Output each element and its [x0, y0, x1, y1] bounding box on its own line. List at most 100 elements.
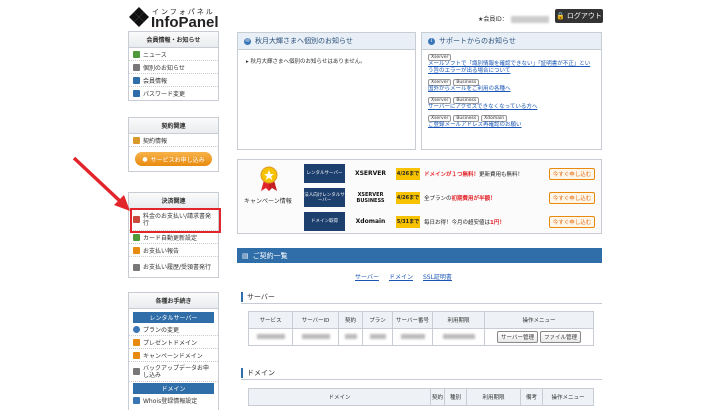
personal-notice-body: ▸ 秋月大輝さまへ個別のお知らせはありません。	[246, 59, 366, 65]
sidebar-item-backup[interactable]: バックアップデータお申し込み	[129, 362, 218, 382]
personal-notice-panel: ✉ 秋月大輝さまへ個別のお知らせ ▸ 秋月大輝さまへ個別のお知らせはありません。	[237, 32, 416, 150]
sidebar-item-present-domain[interactable]: プレゼントドメイン	[129, 336, 218, 349]
campaign-category: ドメイン取得	[304, 212, 345, 231]
col-server-number: サーバー番号	[392, 311, 433, 329]
campaign-row-xdomain: ドメイン取得 Xdomain 5/31まで 毎日お得！今月の超安値は1円！ 今す…	[304, 212, 597, 231]
campaign-highlight: 初期費用が半額！	[451, 195, 496, 202]
tag-business: Business	[453, 79, 480, 86]
support-link[interactable]: 国外からメールをご利用の各種へ	[428, 86, 595, 93]
member-id: ★会員ID：	[478, 14, 549, 23]
plus-icon: ●	[142, 155, 148, 163]
arrow-icon	[72, 156, 130, 211]
logo-title: InfoPanel	[151, 14, 219, 31]
sidebar-item-campaign-domain[interactable]: キャンペーンドメイン	[129, 349, 218, 362]
table-row: サーバー管理 ファイル管理	[248, 328, 594, 346]
xdomain-logo: Xdomain	[355, 218, 386, 225]
campaign-date: 5/31まで	[396, 215, 420, 228]
redacted-value	[344, 333, 357, 339]
mail-icon: ✉	[244, 37, 251, 45]
col-plan: プラン	[362, 311, 393, 329]
domain-table: ドメイン 契約 種別 利用期限 備考 操作メニュー	[248, 388, 594, 406]
plan-icon	[133, 325, 140, 333]
sidebar-item-payment-report[interactable]: お支払い報告	[129, 244, 218, 257]
service-apply-label: サービスお申し込み	[150, 156, 205, 164]
history-icon	[133, 263, 140, 271]
logout-label: ログアウト	[566, 12, 602, 20]
gift-icon	[133, 338, 140, 346]
campaign-text: 全プランの初期費用が半額！	[420, 194, 549, 202]
sidebar-item-contract-info[interactable]: 契約情報	[129, 134, 218, 147]
sidebar-item-label: バックアップデータお申し込み	[143, 364, 210, 379]
nav-ssl-link[interactable]: SSL証明書	[423, 272, 452, 281]
campaign-apply-button[interactable]: 今すぐ申し込む	[549, 191, 595, 204]
sidebar-procedures: 各種お手続き レンタルサーバー プランの変更 プレゼントドメイン キャンペーンド…	[128, 292, 219, 410]
support-notice-header: i サポートからのお知らせ	[422, 33, 601, 50]
nav-domain-link[interactable]: ドメイン	[389, 272, 413, 281]
campaign-label: キャンペーン情報	[244, 198, 292, 205]
col-note: 備考	[520, 388, 543, 406]
sidebar-item-news[interactable]: ニュース	[129, 48, 218, 61]
col-actions: 操作メニュー	[542, 388, 594, 406]
server-table: サービス サーバーID 契約 プラン サーバー番号 利用期限 操作メニュー サー…	[248, 311, 594, 346]
support-notice-list: Xserver メールソフトで「識別情報を確認できない」「証明書が不正」という旨…	[422, 50, 601, 132]
campaign-highlight: ドメインが１つ無料！	[424, 171, 480, 178]
cell-plan	[362, 328, 393, 346]
file-manage-button[interactable]: ファイル管理	[539, 331, 581, 343]
member-id-value	[510, 16, 549, 23]
sidebar-item-personal-notice[interactable]: 個別のお知らせ	[129, 61, 218, 74]
service-apply-button[interactable]: ● サービスお申し込み	[135, 152, 212, 166]
support-entry: Xserver Business サーバーにアクセスできなくなっている方へ	[428, 96, 595, 111]
support-link[interactable]: ご登録メールアドレス再確認のお願い	[428, 122, 595, 129]
campaign-category: レンタルサーバー	[304, 164, 345, 183]
tag-xdomain: Xdomain	[481, 115, 508, 122]
campaign-date: 4/26まで	[396, 167, 420, 180]
cell-actions: サーバー管理 ファイル管理	[484, 328, 594, 346]
sidebar-item-plan-change[interactable]: プランの変更	[129, 323, 218, 336]
col-expiry: 利用期限	[466, 388, 521, 406]
cell-server-number	[392, 328, 433, 346]
backup-icon	[133, 368, 140, 375]
server-manage-button[interactable]: サーバー管理	[497, 331, 538, 343]
divider	[241, 303, 602, 304]
rental-section: レンタルサーバー	[129, 309, 218, 323]
support-link[interactable]: サーバーにアクセスできなくなっている方へ	[428, 104, 595, 111]
rental-server-subtitle: レンタルサーバー	[133, 312, 214, 323]
contract-list-title: ご契約一覧	[252, 251, 288, 260]
campaign-row-business: 法人向けレンタルサーバー XSERVER BUSINESS 4/26まで 全プラ…	[304, 188, 597, 207]
col-contract: 契約	[338, 311, 363, 329]
user-icon	[133, 76, 140, 84]
nav-server-link[interactable]: サーバー	[355, 272, 379, 281]
support-link[interactable]: メールソフトで「識別情報を確認できない」「証明書が不正」という旨のエラーが出る場…	[428, 61, 595, 75]
redacted-value	[369, 333, 386, 339]
sidebar-item-label: プレゼントドメイン	[143, 339, 198, 347]
col-domain: ドメイン	[248, 388, 431, 406]
cell-expiry	[432, 328, 485, 346]
sidebar-contract-title: 契約関連	[129, 118, 218, 134]
logout-button[interactable]: 🔒 ログアウト	[555, 9, 603, 23]
mail-icon	[133, 63, 140, 71]
tag-xserver: Xserver	[428, 115, 452, 122]
logo-icon	[129, 7, 149, 27]
card-icon	[133, 233, 140, 241]
sidebar-procedures-title: 各種お手続き	[129, 293, 218, 309]
sidebar-item-whois[interactable]: Whois登録情報設定	[129, 394, 218, 407]
sidebar-item-label: Whois登録情報設定	[143, 398, 198, 405]
sidebar-item-label: 会員情報	[143, 77, 168, 85]
highlight-box	[130, 208, 221, 233]
campaign-apply-button[interactable]: 今すぐ申し込む	[549, 215, 595, 228]
campaign-apply-button[interactable]: 今すぐ申し込む	[549, 167, 595, 180]
cell-server-id	[292, 328, 339, 346]
domain-subtitle: ドメイン	[133, 383, 214, 394]
support-entry: Xserver Business 国外からメールをご利用の各種へ	[428, 78, 595, 93]
sidebar-item-member-info[interactable]: 会員情報	[129, 74, 218, 87]
contract-icon	[133, 136, 140, 144]
redacted-value	[256, 333, 285, 339]
sidebar-item-password[interactable]: パスワード変更	[129, 87, 218, 100]
personal-notice-title: 秋月大輝さまへ個別のお知らせ	[255, 37, 353, 45]
campaign-category: 法人向けレンタルサーバー	[304, 188, 345, 207]
sidebar-item-payment-history[interactable]: お支払い履歴/受領書発行	[129, 257, 218, 277]
personal-notice-header: ✉ 秋月大輝さまへ個別のお知らせ	[238, 33, 415, 50]
sidebar-member-info-title: 会員情報・お知らせ	[129, 32, 218, 48]
campaign-highlight: 1円！	[490, 219, 505, 226]
domain-section: ドメイン	[129, 382, 218, 394]
